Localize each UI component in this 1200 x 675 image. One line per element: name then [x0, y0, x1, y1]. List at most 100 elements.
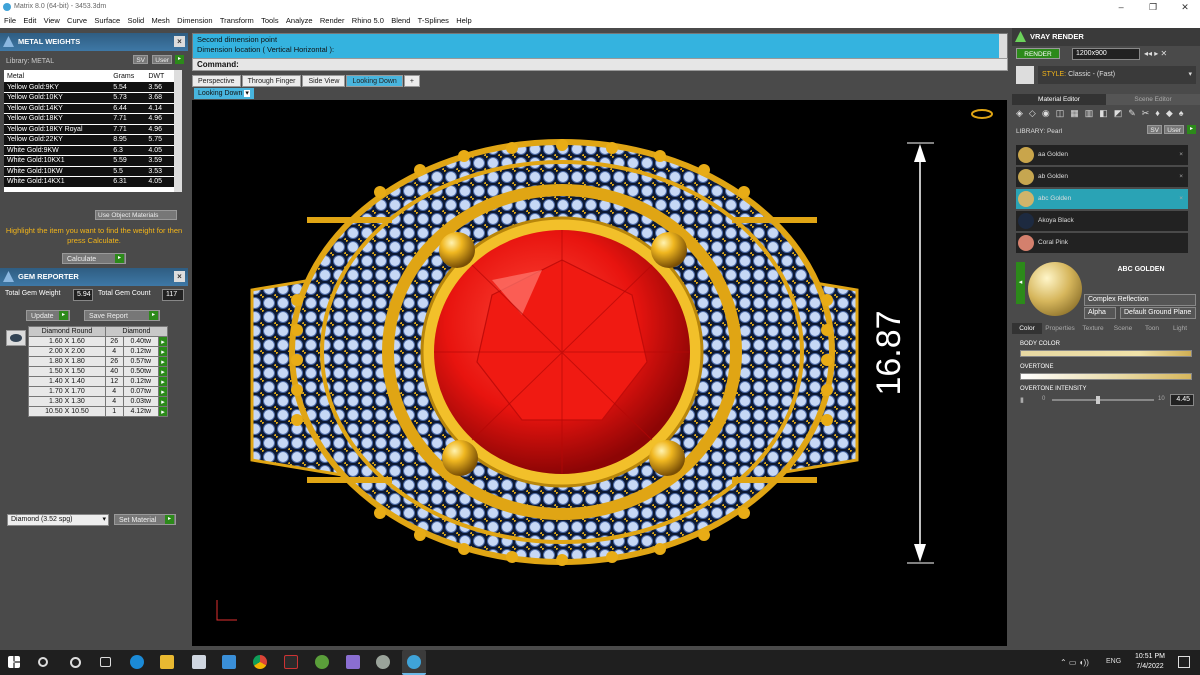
tab-texture[interactable]: Texture [1078, 323, 1108, 334]
menu-transform[interactable]: Transform [216, 14, 257, 28]
tab-material-editor[interactable]: Material Editor [1012, 94, 1106, 105]
table-row[interactable]: 1.40 X 1.40 12 0.12tw ▸ [28, 376, 168, 387]
cortana-icon[interactable] [70, 657, 81, 668]
close-icon[interactable]: × [174, 36, 185, 47]
menu-edit[interactable]: Edit [19, 14, 39, 28]
menu-solid[interactable]: Solid [124, 14, 148, 28]
task-view-icon[interactable] [100, 657, 111, 667]
row-go-icon[interactable]: ▸ [158, 396, 168, 407]
metal-scrollbar[interactable] [174, 70, 182, 192]
table-row[interactable]: 1.70 X 1.70 4 0.07tw ▸ [28, 386, 168, 397]
resolution-field[interactable]: 1200x900 [1072, 48, 1140, 60]
playback-controls[interactable]: ◂◂ ▸ ✕ [1144, 48, 1194, 59]
menu-view[interactable]: View [40, 14, 63, 28]
menu-analyze[interactable]: Analyze [282, 14, 316, 28]
body-color-slider[interactable] [1020, 350, 1192, 357]
tab-scene[interactable]: Scene [1108, 323, 1138, 334]
file-explorer-icon[interactable] [160, 655, 174, 669]
app-icon[interactable] [346, 655, 360, 669]
render-button[interactable]: RENDER [1016, 48, 1060, 59]
alpha-field[interactable]: Alpha [1084, 307, 1116, 319]
table-row[interactable]: Yellow Gold:18KY 7.71 4.96 [4, 113, 174, 125]
style-select[interactable]: STYLE: Classic - (Fast) ▾ [1038, 66, 1196, 84]
use-object-materials-checkbox[interactable]: Use Object Materials [95, 210, 177, 220]
maximize-button[interactable]: ❐ [1138, 0, 1168, 14]
remove-icon[interactable]: × [1179, 189, 1183, 209]
menu-dimension[interactable]: Dimension [173, 14, 216, 28]
metal-sv-button[interactable]: SV [133, 55, 148, 64]
intensity-thumb[interactable] [1095, 396, 1100, 404]
vray-sv-button[interactable]: SV [1147, 125, 1162, 134]
table-row[interactable]: Yellow Gold:18KY Royal 7.71 4.96 [4, 124, 174, 135]
tab-toon[interactable]: Toon [1138, 323, 1166, 334]
save-report-button[interactable]: Save Report ▸ [84, 310, 160, 321]
table-row[interactable]: 1.60 X 1.60 26 0.40tw ▸ [28, 336, 168, 347]
menu-curve[interactable]: Curve [63, 14, 90, 28]
vray-lib-arrow-icon[interactable]: ▸ [1187, 125, 1196, 134]
collapse-arrow-icon[interactable]: ◂ [1016, 262, 1025, 304]
calculate-button[interactable]: Calculate ▸ [62, 253, 126, 264]
chrome-icon[interactable] [253, 655, 267, 669]
table-row[interactable]: Yellow Gold:10KY 5.73 3.68 [4, 92, 174, 104]
tab-side-view[interactable]: Side View [302, 75, 346, 87]
language-indicator[interactable]: ENG [1106, 658, 1121, 665]
clock-time[interactable]: 10:51 PM [1130, 653, 1170, 660]
menu-tools[interactable]: Tools [257, 14, 282, 28]
close-icon[interactable]: × [174, 271, 185, 282]
tray-icons[interactable]: ⌃ ▭ ◖)) [1060, 658, 1089, 667]
menu-tsplines[interactable]: T-Splines [414, 14, 453, 28]
clock-date[interactable]: 7/4/2022 [1130, 663, 1170, 670]
table-row[interactable]: 1.80 X 1.80 26 0.57tw ▸ [28, 356, 168, 367]
material-select[interactable]: Diamond (3.52 spg) ▾ [7, 514, 109, 526]
menu-rhino[interactable]: Rhino 5.0 [348, 14, 387, 28]
metal-lib-arrow-icon[interactable]: ▸ [175, 55, 184, 64]
table-row[interactable]: White Gold:10KX1 5.59 3.59 [4, 155, 174, 167]
row-go-icon[interactable]: ▸ [158, 406, 168, 417]
table-row[interactable]: 1.30 X 1.30 4 0.03tw ▸ [28, 396, 168, 407]
table-row[interactable]: 10.50 X 10.50 1 4.12tw ▸ [28, 406, 168, 417]
ground-plane-select[interactable]: Default Ground Plane [1120, 307, 1196, 319]
search-icon[interactable] [38, 657, 48, 667]
table-row[interactable]: 1.50 X 1.50 40 0.50tw ▸ [28, 366, 168, 377]
set-material-button[interactable]: Set Material ▸ [114, 514, 176, 525]
row-go-icon[interactable]: ▸ [158, 386, 168, 397]
material-item[interactable]: ab Golden × [1016, 167, 1188, 187]
remove-icon[interactable]: × [1179, 167, 1183, 187]
material-item[interactable]: aa Golden × [1016, 145, 1188, 165]
metal-user-button[interactable]: User [152, 55, 172, 64]
remove-icon[interactable]: × [1179, 145, 1183, 165]
notifications-icon[interactable] [1178, 656, 1190, 668]
tab-color[interactable]: Color [1012, 323, 1042, 334]
row-go-icon[interactable]: ▸ [158, 356, 168, 367]
intensity-value[interactable]: 4.45 [1170, 394, 1194, 406]
rhino-icon[interactable] [376, 655, 390, 669]
row-go-icon[interactable]: ▸ [158, 346, 168, 357]
intensity-track[interactable] [1052, 396, 1154, 404]
tab-through-finger[interactable]: Through Finger [241, 75, 302, 87]
tab-looking-down[interactable]: Looking Down [346, 75, 403, 87]
menu-mesh[interactable]: Mesh [148, 14, 174, 28]
table-row[interactable]: Yellow Gold:14KY 6.44 4.14 [4, 103, 174, 114]
start-icon[interactable] [8, 656, 20, 668]
table-row[interactable]: White Gold:14KX1 6.31 4.05 [4, 176, 174, 188]
table-row[interactable]: Yellow Gold:22KY 8.95 5.75 [4, 134, 174, 146]
viewport[interactable]: 16.87 [192, 100, 1007, 646]
table-row[interactable]: Yellow Gold:9KY 5.54 3.56 [4, 82, 174, 93]
command-line[interactable]: Command: [192, 58, 1008, 71]
overtone-slider[interactable] [1020, 373, 1192, 380]
material-toolbar[interactable]: ◈◇◉◫▦▥◧◩✎✂♦◆♠ [1016, 108, 1196, 120]
row-go-icon[interactable]: ▸ [158, 336, 168, 347]
app-icon[interactable] [315, 655, 329, 669]
table-row[interactable]: White Gold:9KW 6.3 4.05 [4, 145, 174, 156]
material-item[interactable]: Coral Pink [1016, 233, 1188, 253]
active-view-dropdown[interactable]: Looking Down ▾ [194, 88, 254, 99]
store-icon[interactable] [192, 655, 206, 669]
edge-icon[interactable] [130, 655, 144, 669]
menu-surface[interactable]: Surface [90, 14, 123, 28]
material-item-selected[interactable]: abc Golden × [1016, 189, 1188, 209]
menu-file[interactable]: File [0, 14, 19, 28]
row-go-icon[interactable]: ▸ [158, 376, 168, 387]
menu-blend[interactable]: Blend [387, 14, 413, 28]
table-row[interactable]: White Gold:10KW 5.5 3.53 [4, 166, 174, 177]
material-item[interactable]: Akoya Black [1016, 211, 1188, 231]
